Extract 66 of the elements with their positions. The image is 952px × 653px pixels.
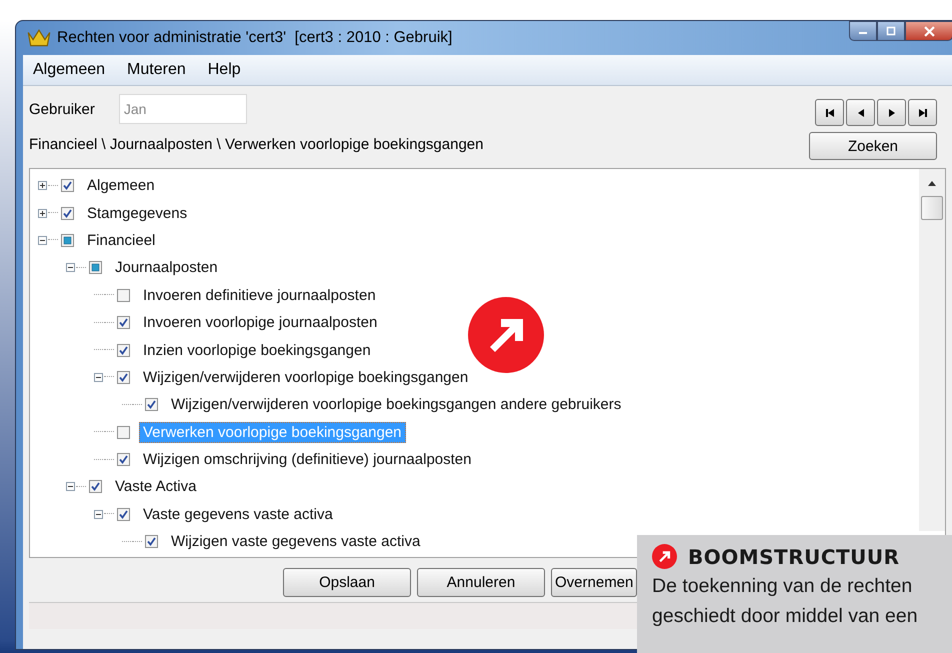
menu-item[interactable]: Help	[208, 61, 241, 79]
checkbox[interactable]	[61, 206, 74, 220]
tree-item[interactable]: Invoeren voorlopige journaalposten	[139, 312, 382, 334]
tree-item[interactable]: Wijzigen/verwijderen voorlopige boekingsgangen andere gebruikers	[167, 394, 626, 416]
dialog-button[interactable]: Annuleren	[417, 568, 545, 597]
user-label: Gebruiker	[29, 100, 95, 118]
tree-item[interactable]: Financieel	[83, 230, 160, 251]
expander-icon[interactable]	[94, 372, 103, 382]
previous-button[interactable]	[846, 99, 875, 126]
arrow-badge-icon	[468, 297, 544, 373]
tree-item[interactable]: Algemeen	[83, 175, 159, 196]
checkbox[interactable]	[61, 234, 74, 247]
close-icon	[924, 26, 934, 36]
expander-icon[interactable]	[66, 263, 75, 272]
expander-icon[interactable]	[38, 181, 47, 190]
scroll-up-icon[interactable]	[928, 181, 936, 186]
arrow-badge-icon	[652, 544, 677, 569]
scrollbar[interactable]	[919, 169, 945, 531]
left-triangle-icon	[856, 108, 866, 118]
user-field[interactable]: Jan	[118, 94, 247, 124]
tree-item[interactable]: Vaste Activa	[111, 476, 200, 498]
tree-item[interactable]: Journaalposten	[111, 257, 222, 278]
tree-item[interactable]: Vaste gegevens vaste activa	[139, 504, 337, 525]
checkbox[interactable]	[117, 370, 130, 384]
callout-text: De toekenning van de rechten geschiedt door middel van een	[652, 574, 919, 629]
tree-item[interactable]: Invoeren definitieve journaalposten	[139, 284, 380, 306]
close-button[interactable]	[905, 21, 952, 41]
breadcrumb: Financieel \ Journaalposten \ Verwerken voorlopige boekingsgangen	[29, 136, 484, 153]
scroll-thumb[interactable]	[921, 196, 943, 220]
checkbox[interactable]	[117, 316, 130, 330]
expander-icon[interactable]	[66, 482, 75, 492]
maximize-button[interactable]	[877, 21, 905, 41]
expander-icon[interactable]	[94, 510, 103, 519]
dialog-button[interactable]: Opslaan	[283, 568, 411, 597]
first-record-button[interactable]	[815, 99, 844, 126]
checkbox[interactable]	[117, 453, 130, 466]
checkbox[interactable]	[89, 480, 102, 494]
tree-item[interactable]: Wijzigen/verwijderen voorlopige boekingsgangen	[139, 366, 472, 388]
checkbox[interactable]	[117, 288, 130, 302]
checkbox[interactable]	[61, 179, 74, 192]
menu-item[interactable]: Muteren	[127, 61, 186, 79]
checkbox[interactable]	[117, 426, 130, 439]
checkbox[interactable]	[89, 261, 102, 274]
dialog-button[interactable]: Overnemen	[551, 568, 637, 597]
tree-item[interactable]: Wijzigen vaste gegevens vaste activa	[167, 531, 424, 552]
tree-item[interactable]: Stamgegevens	[83, 202, 192, 224]
checkbox[interactable]	[145, 398, 158, 412]
expander-icon[interactable]	[38, 208, 47, 218]
skip-last-icon	[918, 108, 928, 118]
maximize-icon	[886, 26, 896, 36]
window-title: Rechten voor administratie 'cert3' [cert3 : 2010 : Gebruik]	[57, 29, 452, 47]
skip-first-icon	[824, 108, 834, 118]
crown-icon	[27, 28, 51, 48]
minimize-button[interactable]	[849, 21, 877, 41]
checkbox[interactable]	[145, 535, 158, 548]
checkbox[interactable]	[117, 344, 130, 357]
search-button[interactable]: Zoeken	[809, 132, 937, 160]
tree-item[interactable]: Wijzigen omschrijving (definitieve) journaalposten	[139, 449, 476, 470]
right-triangle-icon	[886, 108, 896, 118]
last-record-button[interactable]	[908, 99, 937, 126]
next-button[interactable]	[877, 99, 906, 126]
callout-title: BOOMSTRUCTUUR	[688, 544, 900, 568]
menu-item[interactable]: Algemeen	[33, 61, 106, 79]
checkbox[interactable]	[117, 508, 130, 521]
tree-item[interactable]: Inzien voorlopige boekingsgangen	[139, 340, 375, 361]
expander-icon[interactable]	[38, 236, 47, 245]
